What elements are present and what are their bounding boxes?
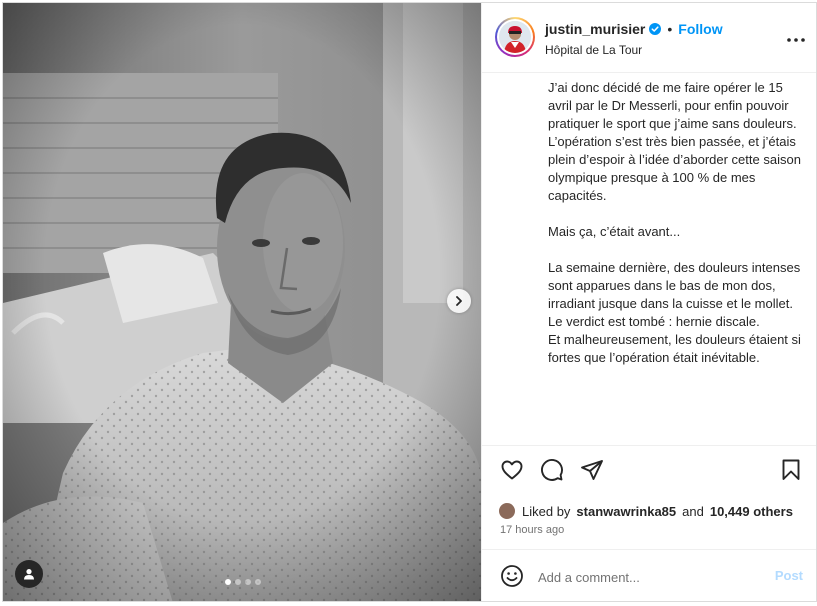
bookmark-icon <box>782 459 800 480</box>
post-photo[interactable] <box>3 3 481 601</box>
post-header: justin_murisier • Follow Hôpital de La T… <box>482 3 816 73</box>
carousel-dot <box>245 579 251 585</box>
caption-line: Et malheureusement, les douleurs étaient… <box>548 332 801 365</box>
post-sidebar: justin_murisier • Follow Hôpital de La T… <box>481 3 816 601</box>
next-slide-button[interactable] <box>447 289 471 313</box>
comment-button[interactable] <box>540 458 564 487</box>
avatar-image <box>499 21 531 53</box>
selfie-photo <box>3 3 481 601</box>
comment-input[interactable] <box>538 566 758 588</box>
post-location[interactable]: Hôpital de La Tour <box>545 43 642 57</box>
more-options-icon <box>787 38 805 42</box>
caption-line: J’ai donc décidé de me faire opérer le 1… <box>548 80 797 131</box>
comment-bubble-icon <box>541 459 563 481</box>
post-caption: J’ai donc décidé de me faire opérer le 1… <box>548 79 810 441</box>
likes-connector: and <box>682 503 704 519</box>
author-username[interactable]: justin_murisier <box>545 21 645 37</box>
likes-prefix: Liked by <box>522 503 571 519</box>
emoji-button[interactable] <box>500 564 524 593</box>
follow-button[interactable]: Follow <box>678 21 722 37</box>
author-avatar[interactable] <box>495 17 535 57</box>
verified-badge-icon <box>649 23 662 35</box>
caption-line: Mais ça, c’était avant... <box>548 224 681 239</box>
caption-line: La semaine dernière, des douleurs intens… <box>548 260 801 311</box>
user-tag-icon <box>24 569 34 580</box>
paper-plane-icon <box>581 460 603 480</box>
carousel-indicators <box>225 579 261 585</box>
post-actions: Liked by stanwawrinka85 and 10,449 other… <box>482 445 816 549</box>
caption-line: L’opération s’est très bien passée, et j… <box>548 134 801 203</box>
caption-line: Le verdict est tombé : hernie discale. <box>548 314 760 329</box>
likes-summary: Liked by stanwawrinka85 and 10,449 other… <box>498 502 793 520</box>
liker-avatar[interactable] <box>498 502 516 520</box>
author-line: justin_murisier • Follow <box>545 21 723 37</box>
share-button[interactable] <box>580 458 604 487</box>
likes-others-link[interactable]: 10,449 others <box>710 504 793 519</box>
tagged-users-button[interactable] <box>15 560 43 588</box>
chevron-right-icon <box>456 296 462 306</box>
liker-username[interactable]: stanwawrinka85 <box>576 504 676 519</box>
like-button[interactable] <box>500 458 524 487</box>
carousel-dot-active <box>225 579 231 585</box>
post-timestamp[interactable]: 17 hours ago <box>500 524 564 536</box>
header-separator: • <box>667 21 673 37</box>
comment-bar: Post <box>482 549 816 601</box>
emoji-icon <box>501 565 523 587</box>
carousel-dot <box>235 579 241 585</box>
more-options-button[interactable] <box>787 29 805 47</box>
heart-icon <box>501 460 523 480</box>
carousel-dot <box>255 579 261 585</box>
save-button[interactable] <box>779 458 803 487</box>
post-dialog: justin_murisier • Follow Hôpital de La T… <box>2 2 817 602</box>
post-comment-button[interactable]: Post <box>775 568 803 583</box>
